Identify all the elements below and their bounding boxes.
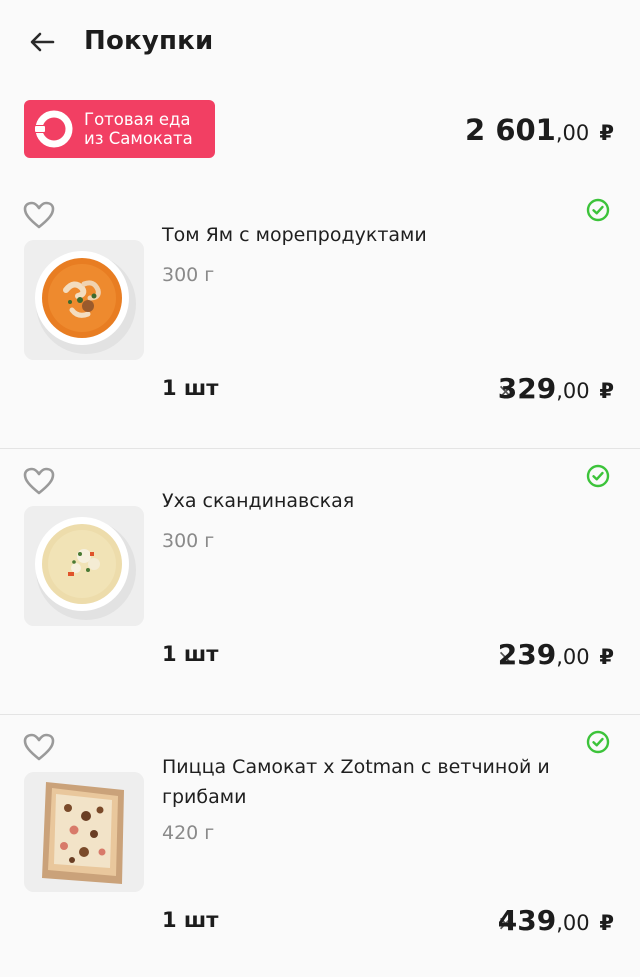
page-title: Покупки	[84, 26, 214, 56]
list-item: Уха скандинавская 300 г 1 шт × 239,00 ₽	[0, 450, 640, 715]
product-image[interactable]	[24, 506, 144, 626]
order-total-currency: ₽	[599, 121, 614, 145]
store-badge[interactable]: Готовая еда из Самоката	[24, 100, 215, 158]
store-name-line1: Готовая еда	[84, 110, 191, 129]
price-cents: ,00	[556, 911, 590, 935]
arrow-left-icon	[30, 32, 55, 52]
price-cents: ,00	[556, 379, 590, 403]
price-currency: ₽	[599, 911, 614, 935]
product-quantity: 1 шт	[162, 642, 219, 666]
price-currency: ₽	[599, 645, 614, 669]
heart-outline-icon	[23, 733, 55, 761]
store-name-line2: из Самоката	[84, 129, 193, 148]
tom-yam-soup-image	[24, 240, 144, 360]
product-image[interactable]	[24, 772, 144, 892]
favorite-button[interactable]	[22, 732, 56, 762]
check-circle-icon	[586, 198, 610, 222]
check-circle-icon	[586, 730, 610, 754]
list-item: Том Ям с морепродуктами 300 г 1 шт × 329…	[0, 184, 640, 449]
product-quantity: 1 шт	[162, 908, 219, 932]
favorite-button[interactable]	[22, 466, 56, 496]
pizza-image	[24, 772, 144, 892]
back-button[interactable]	[26, 26, 58, 58]
purchases-screen: Покупки Готовая еда из Самоката 2 601,00…	[0, 0, 640, 977]
product-quantity: 1 шт	[162, 376, 219, 400]
fish-soup-image	[24, 506, 144, 626]
price-main: 239	[497, 638, 557, 671]
favorite-button[interactable]	[22, 200, 56, 230]
order-total-main: 2 601	[465, 113, 556, 147]
product-image[interactable]	[24, 240, 144, 360]
product-name[interactable]: Пицца Самокат x Zotman с ветчиной и гриб…	[162, 752, 582, 812]
product-name[interactable]: Том Ям с морепродуктами	[162, 220, 582, 250]
product-weight: 420 г	[162, 822, 215, 844]
store-name: Готовая еда из Самоката	[84, 110, 193, 148]
heart-outline-icon	[23, 201, 55, 229]
product-price: 239,00 ₽	[498, 638, 614, 671]
price-main: 329	[497, 372, 557, 405]
top-bar: Покупки	[0, 0, 640, 86]
price-main: 439	[497, 904, 557, 937]
order-total-cents: ,00	[555, 121, 590, 145]
product-price: 329,00 ₽	[498, 372, 614, 405]
price-cents: ,00	[556, 645, 590, 669]
order-total: 2 601,00 ₽	[465, 113, 614, 147]
store-row: Готовая еда из Самоката 2 601,00 ₽	[0, 86, 640, 184]
product-weight: 300 г	[162, 264, 215, 286]
product-name[interactable]: Уха скандинавская	[162, 486, 582, 516]
samokat-logo-icon	[34, 110, 73, 148]
price-currency: ₽	[599, 379, 614, 403]
heart-outline-icon	[23, 467, 55, 495]
list-item: Пицца Самокат x Zotman с ветчиной и гриб…	[0, 716, 640, 977]
product-weight: 300 г	[162, 530, 215, 552]
product-price: 439,00 ₽	[498, 904, 614, 937]
check-circle-icon	[586, 464, 610, 488]
